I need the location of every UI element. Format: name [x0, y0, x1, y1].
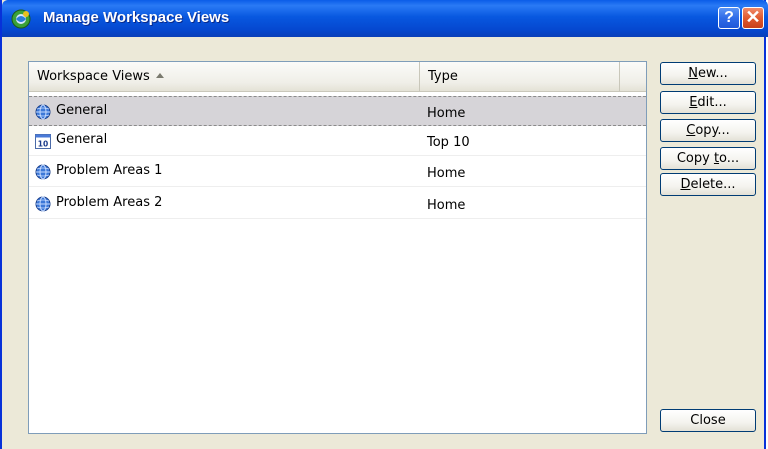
- globe-icon: [35, 104, 51, 120]
- manage-workspace-views-dialog: Manage Workspace Views ? ✕ Workspace Vie…: [0, 0, 768, 449]
- list-row[interactable]: Problem Areas 1 Home: [29, 157, 646, 187]
- delete-button[interactable]: Delete...: [660, 173, 756, 196]
- globe-icon: [35, 196, 51, 212]
- row-type: Home: [427, 166, 466, 181]
- help-button[interactable]: ?: [718, 7, 740, 29]
- copy-to-button[interactable]: Copy to...: [660, 147, 756, 170]
- row-type: Home: [427, 106, 466, 121]
- column-header-filler: [620, 62, 646, 91]
- sort-ascending-icon: [155, 73, 164, 78]
- title-bar[interactable]: Manage Workspace Views ? ✕: [2, 0, 768, 37]
- copy-button[interactable]: Copy...: [660, 119, 756, 142]
- row-type: Top 10: [427, 135, 470, 150]
- list-row[interactable]: 10 General Top 10: [29, 126, 646, 156]
- list-row[interactable]: General Home: [29, 96, 646, 126]
- list-header: Workspace Views Type: [29, 62, 646, 92]
- row-name: Problem Areas 1: [56, 163, 163, 178]
- column-header-type[interactable]: Type: [420, 62, 620, 91]
- app-globe-icon: [11, 9, 31, 29]
- edit-button[interactable]: Edit...: [660, 91, 756, 114]
- svg-text:10: 10: [38, 140, 48, 149]
- workspace-views-list[interactable]: Workspace Views Type General Home 10 Gen…: [28, 61, 647, 434]
- dialog-title: Manage Workspace Views: [43, 9, 230, 26]
- top10-calendar-icon: 10: [35, 134, 51, 149]
- close-button[interactable]: Close: [660, 409, 756, 432]
- list-row[interactable]: Problem Areas 2 Home: [29, 189, 646, 219]
- column-header-workspace-views[interactable]: Workspace Views: [29, 62, 420, 91]
- column-header-label: Workspace Views: [37, 69, 150, 84]
- globe-icon: [35, 164, 51, 180]
- row-name: Problem Areas 2: [56, 195, 163, 210]
- row-name: General: [56, 103, 108, 118]
- title-close-button[interactable]: ✕: [742, 7, 764, 29]
- row-type: Home: [427, 198, 466, 213]
- column-header-label: Type: [428, 69, 458, 84]
- new-button[interactable]: New...: [660, 62, 756, 85]
- row-name: General: [56, 132, 108, 147]
